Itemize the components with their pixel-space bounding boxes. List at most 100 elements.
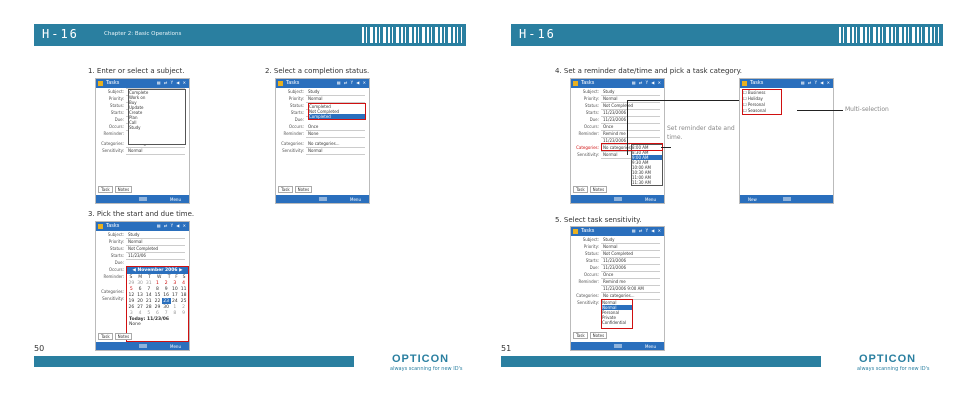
sensitivity-field[interactable]: Normal <box>126 147 185 155</box>
footer-bar <box>501 356 821 367</box>
date-picker[interactable]: ◀ November 2006 ▶ SMTWTFS 29 30 31 1 2 3 4 5 6 7 8… <box>126 266 189 342</box>
tab-task[interactable]: Task <box>573 186 588 193</box>
status-dropdown[interactable]: Completed Not Completed Completed <box>308 103 366 120</box>
label-occurs: Occurs: <box>108 124 124 129</box>
reminder-field[interactable]: None <box>306 130 365 138</box>
step-4-caption: 4. Set a reminder date/time and pick a t… <box>555 67 742 75</box>
tab-task[interactable]: Task <box>98 333 113 340</box>
label-sensitivity: Sensitivity: <box>102 148 124 153</box>
calendar-day[interactable]: 17 <box>171 292 180 298</box>
label-status: Status: <box>584 251 599 256</box>
status-option-selected[interactable]: Completed <box>309 114 365 119</box>
category-label: Business <box>747 90 766 95</box>
label-reminder: Reminder: <box>283 131 304 136</box>
label-status: Status: <box>109 103 124 108</box>
calendar-day[interactable]: 31 <box>144 280 153 286</box>
reminder-highlight <box>601 143 663 151</box>
calendar-day[interactable]: 24 <box>171 298 180 304</box>
tab-notes[interactable]: Notes <box>589 186 608 193</box>
label-starts: Starts: <box>110 253 124 258</box>
keyboard-icon[interactable] <box>318 197 327 201</box>
category-item[interactable]: ☐ Seasonal <box>743 108 781 114</box>
tab-notes[interactable]: Notes <box>114 333 133 340</box>
app-title: Tasks <box>106 223 120 229</box>
calendar-day[interactable]: 7 <box>162 310 171 316</box>
label-due: Due: <box>589 117 599 122</box>
menu-button[interactable]: Menu <box>170 197 181 202</box>
tab-notes[interactable]: Notes <box>589 332 608 339</box>
keyboard-icon[interactable] <box>138 197 147 201</box>
calendar-week: 3456789 <box>127 310 188 316</box>
tab-task[interactable]: Task <box>98 186 113 193</box>
screenshot-sensitivity: Tasks ▦ ⇄ Y ◀ ✕ Subject: Study Priority: No… <box>570 226 665 351</box>
calendar-day[interactable]: 6 <box>153 310 162 316</box>
tab-notes[interactable]: Notes <box>114 186 133 193</box>
bottom-bar: Menu <box>276 195 369 203</box>
sensitivity-dropdown[interactable]: Normal Normal Personal Private Confident… <box>601 299 633 329</box>
keyboard-icon[interactable] <box>138 344 147 348</box>
subject-option[interactable]: Study <box>129 125 185 130</box>
menu-button[interactable]: Menu <box>350 197 361 202</box>
screenshot-calendar: Tasks ▦ ⇄ Y ◀ ✕ Subject: Study Priority: No… <box>95 221 190 351</box>
calendar-day[interactable]: 3 <box>127 310 136 316</box>
brand-logo: OPTICON <box>392 353 450 365</box>
label-subject: Subject: <box>582 89 599 94</box>
page-number: 51 <box>501 344 512 353</box>
app-title: Tasks <box>581 228 595 234</box>
label-priority: Priority: <box>108 96 124 101</box>
bottom-bar: Menu <box>96 342 189 350</box>
label-status: Status: <box>289 103 304 108</box>
keyboard-icon[interactable] <box>782 197 791 201</box>
left-page: H-16 Chapter 2: Basic Operations 1. Ente… <box>0 0 477 393</box>
new-button[interactable]: New <box>748 197 757 202</box>
label-subject: Subject: <box>107 232 124 237</box>
bottom-bar: Menu <box>571 342 664 350</box>
tab-notes[interactable]: Notes <box>294 186 313 193</box>
calendar-day[interactable]: 21 <box>144 298 153 304</box>
calendar-day[interactable]: 8 <box>171 310 180 316</box>
keyboard-icon[interactable] <box>613 197 622 201</box>
category-list[interactable]: ☐ Business ☐ Holiday ☐ Personal ☐ Season… <box>742 89 782 115</box>
calendar-day[interactable]: 9 <box>179 310 188 316</box>
page-header: H-16 Chapter 2: Basic Operations <box>34 24 466 46</box>
label-due: Due: <box>589 265 599 270</box>
calendar-day[interactable]: 10 <box>171 286 180 292</box>
brand-logo: OPTICON <box>859 353 917 365</box>
none-option[interactable]: None <box>127 322 188 327</box>
bottom-bar: New <box>740 195 833 203</box>
step-3-caption: 3. Pick the start and due time. <box>88 210 195 218</box>
label-priority: Priority: <box>288 96 304 101</box>
label-starts: Starts: <box>290 110 304 115</box>
status-icons: ▦ ⇄ Y ◀ ✕ <box>336 80 367 85</box>
label-priority: Priority: <box>583 96 599 101</box>
sensitivity-field[interactable]: Normal <box>306 147 365 155</box>
label-subject: Subject: <box>107 89 124 94</box>
keyboard-icon[interactable] <box>613 344 622 348</box>
status-icons: ▦ ⇄ Y ◀ ✕ <box>631 80 662 85</box>
label-reminder: Reminder: <box>578 131 599 136</box>
label-sensitivity: Sensitivity: <box>102 296 124 301</box>
category-arrow <box>627 100 739 101</box>
calendar-header: ◀ November 2006 ▶ <box>127 267 188 274</box>
tab-bar: Task Notes <box>96 186 189 195</box>
label-reminder: Reminder: <box>103 131 124 136</box>
calendar-day[interactable]: 4 <box>136 310 145 316</box>
status-icons: ▦ ⇄ Y ◀ ✕ <box>156 223 187 228</box>
menu-button[interactable]: Menu <box>170 344 181 349</box>
calendar-day[interactable]: 5 <box>144 310 153 316</box>
label-categories: Categories: <box>576 145 599 150</box>
sensitivity-option[interactable]: Confidential <box>602 320 632 325</box>
calendar-day[interactable]: 14 <box>144 292 153 298</box>
calendar-day[interactable]: 28 <box>144 304 153 310</box>
time-option[interactable]: 11:30 AM <box>632 180 662 185</box>
chapter-title: Chapter 2: Basic Operations <box>104 31 182 37</box>
tab-task[interactable]: Task <box>278 186 293 193</box>
menu-button[interactable]: Menu <box>645 197 656 202</box>
reminder-arrow <box>661 147 671 148</box>
tab-task[interactable]: Task <box>573 332 588 339</box>
footer-bar <box>34 356 354 367</box>
label-occurs: Occurs: <box>288 124 304 129</box>
title-bar: Tasks ▦ ⇄ Y ◀ ✕ <box>571 227 664 236</box>
menu-button[interactable]: Menu <box>645 344 656 349</box>
subject-dropdown[interactable]: Complete Work on Buy Update Create Plan … <box>128 89 186 145</box>
